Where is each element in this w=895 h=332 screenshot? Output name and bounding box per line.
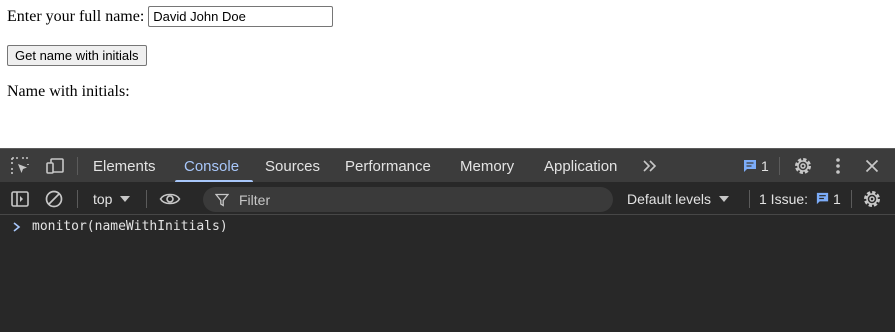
tab-console[interactable]: Console xyxy=(184,149,239,183)
console-settings-gear-icon[interactable] xyxy=(862,182,882,215)
filter-field[interactable] xyxy=(203,187,613,212)
log-levels-dropdown[interactable]: Default levels xyxy=(627,182,730,215)
live-expression-eye-icon[interactable] xyxy=(159,182,181,215)
tab-memory[interactable]: Memory xyxy=(460,149,514,183)
toolbar-divider xyxy=(749,190,750,208)
more-options-kebab-icon[interactable] xyxy=(829,149,847,183)
toolbar-divider xyxy=(146,190,147,208)
name-row: Enter your full name: xyxy=(7,6,334,27)
tab-performance[interactable]: Performance xyxy=(345,149,431,183)
tabbar-divider-right xyxy=(779,157,780,175)
console-area[interactable]: monitor(nameWithInitials) xyxy=(0,216,895,332)
tab-sources[interactable]: Sources xyxy=(265,149,320,183)
log-levels-label: Default levels xyxy=(627,190,712,207)
tab-elements[interactable]: Elements xyxy=(93,149,156,183)
message-icon xyxy=(744,160,756,172)
inspect-element-icon[interactable] xyxy=(9,149,31,183)
messages-count: 1 xyxy=(761,158,769,174)
settings-gear-icon[interactable] xyxy=(792,149,814,183)
issues-count: 1 xyxy=(833,190,841,207)
tabbar-divider xyxy=(77,157,78,175)
dropdown-arrow-icon xyxy=(120,195,131,202)
dropdown-arrow-icon xyxy=(719,195,730,202)
device-toolbar-icon[interactable] xyxy=(44,149,66,183)
devtools-panel: Elements Console Sources Performance Mem… xyxy=(0,148,895,332)
tab-application[interactable]: Application xyxy=(544,149,617,183)
filter-input[interactable] xyxy=(237,190,597,209)
web-page: Enter your full name: Get name with init… xyxy=(0,0,895,148)
console-sidebar-icon[interactable] xyxy=(10,182,30,215)
toolbar-divider xyxy=(851,190,852,208)
filter-funnel-icon xyxy=(215,193,229,207)
toolbar-divider xyxy=(77,190,78,208)
issues-label: 1 Issue: xyxy=(759,190,809,207)
issues-counter[interactable]: 1 Issue: 1 xyxy=(759,182,841,215)
console-prompt-chevron-icon xyxy=(13,222,21,232)
full-name-input[interactable] xyxy=(148,6,334,27)
console-toolbar: top Default levels 1 Issue: xyxy=(0,182,895,215)
context-label: top xyxy=(93,190,113,207)
issue-message-icon xyxy=(816,192,829,205)
name-label: Enter your full name: xyxy=(7,7,145,25)
get-initials-button[interactable]: Get name with initials xyxy=(7,45,147,66)
clear-console-icon[interactable] xyxy=(44,182,64,215)
messages-indicator[interactable]: 1 xyxy=(742,149,772,183)
result-label: Name with initials: xyxy=(7,83,130,100)
context-selector[interactable]: top xyxy=(93,182,131,215)
close-devtools-icon[interactable] xyxy=(862,149,882,183)
more-tabs-chevron-icon[interactable] xyxy=(639,149,661,183)
devtools-tabbar: Elements Console Sources Performance Mem… xyxy=(0,148,895,183)
console-input-text[interactable]: monitor(nameWithInitials) xyxy=(32,219,228,234)
